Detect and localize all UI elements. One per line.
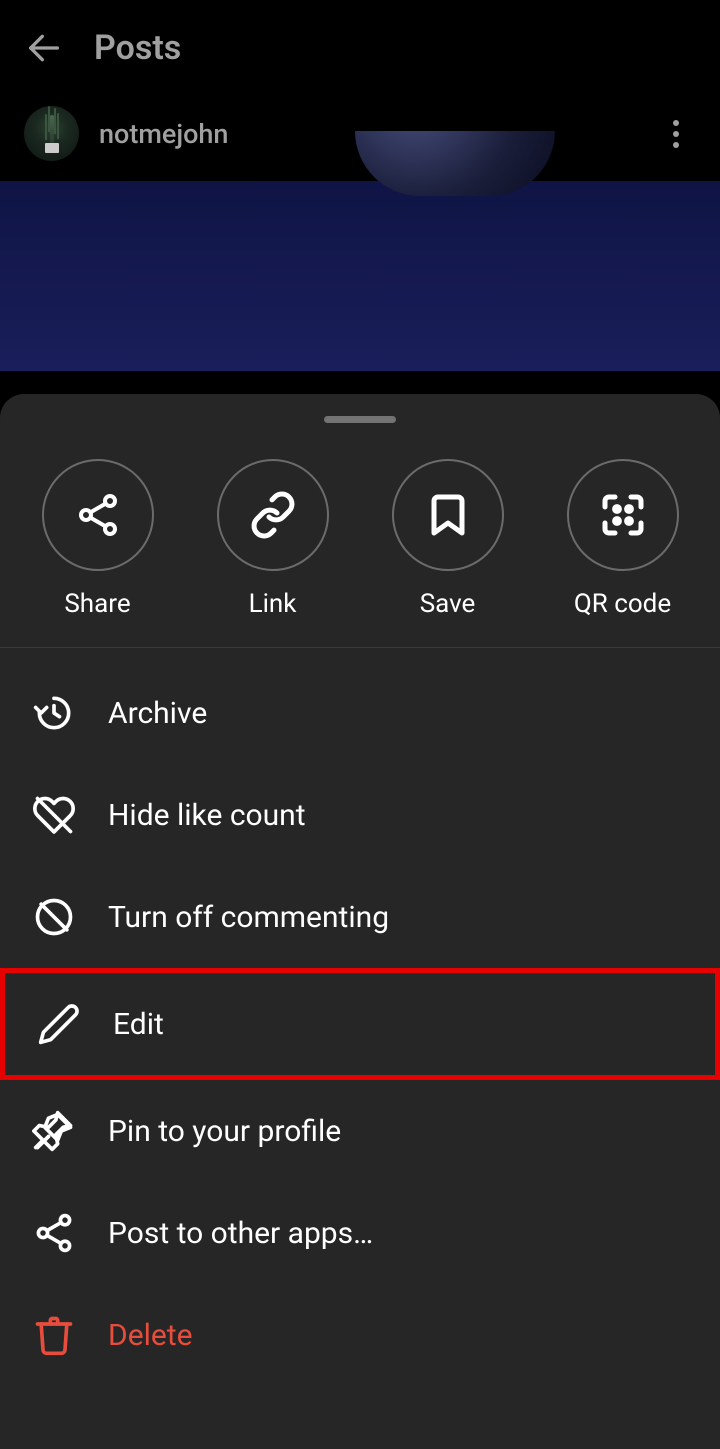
share-nodes-icon xyxy=(32,1211,76,1255)
edit-label: Edit xyxy=(113,1007,164,1042)
hide-like-menu-item[interactable]: Hide like count xyxy=(0,764,720,866)
kebab-dot-icon xyxy=(673,120,679,126)
pencil-icon xyxy=(37,1002,81,1046)
username[interactable]: notmejohn xyxy=(99,118,228,150)
save-label: Save xyxy=(420,589,476,619)
link-icon xyxy=(217,459,329,571)
hide-like-label: Hide like count xyxy=(108,798,306,833)
archive-icon xyxy=(32,691,76,735)
avatar[interactable] xyxy=(24,106,79,161)
more-options-button[interactable] xyxy=(656,114,696,154)
share-label: Share xyxy=(64,589,130,619)
post-image xyxy=(0,181,720,371)
heart-off-icon xyxy=(32,793,76,837)
post-other-apps-label: Post to other apps… xyxy=(108,1216,373,1251)
save-action[interactable]: Save xyxy=(373,459,523,619)
qr-action[interactable]: QR code xyxy=(548,459,698,619)
arrow-left-icon xyxy=(24,28,64,68)
back-button[interactable] xyxy=(24,28,64,68)
pin-icon xyxy=(32,1109,76,1153)
share-action[interactable]: Share xyxy=(23,459,173,619)
link-label: Link xyxy=(249,589,297,619)
menu-list: Archive Hide like count Turn off comment… xyxy=(0,648,720,1400)
qr-label: QR code xyxy=(574,589,671,619)
page-title: Posts xyxy=(94,28,181,68)
top-actions-row: Share Link Save xyxy=(0,441,720,648)
pin-label: Pin to your profile xyxy=(108,1114,341,1149)
delete-menu-item[interactable]: Delete xyxy=(0,1284,720,1386)
trash-icon xyxy=(32,1313,76,1357)
share-icon xyxy=(42,459,154,571)
kebab-dot-icon xyxy=(673,142,679,148)
kebab-dot-icon xyxy=(673,131,679,137)
turn-off-comment-label: Turn off commenting xyxy=(108,900,389,935)
comment-off-icon xyxy=(32,895,76,939)
archive-menu-item[interactable]: Archive xyxy=(0,662,720,764)
bookmark-icon xyxy=(392,459,504,571)
header: Posts xyxy=(0,0,720,96)
edit-menu-item[interactable]: Edit xyxy=(0,968,720,1080)
bottom-sheet: Share Link Save xyxy=(0,394,720,1449)
qr-icon xyxy=(567,459,679,571)
pin-menu-item[interactable]: Pin to your profile xyxy=(0,1080,720,1182)
turn-off-comment-menu-item[interactable]: Turn off commenting xyxy=(0,866,720,968)
link-action[interactable]: Link xyxy=(198,459,348,619)
post-other-apps-menu-item[interactable]: Post to other apps… xyxy=(0,1182,720,1284)
archive-label: Archive xyxy=(108,696,207,731)
delete-label: Delete xyxy=(108,1318,193,1353)
post-image-sphere xyxy=(355,131,555,196)
sheet-drag-handle[interactable] xyxy=(324,416,396,423)
